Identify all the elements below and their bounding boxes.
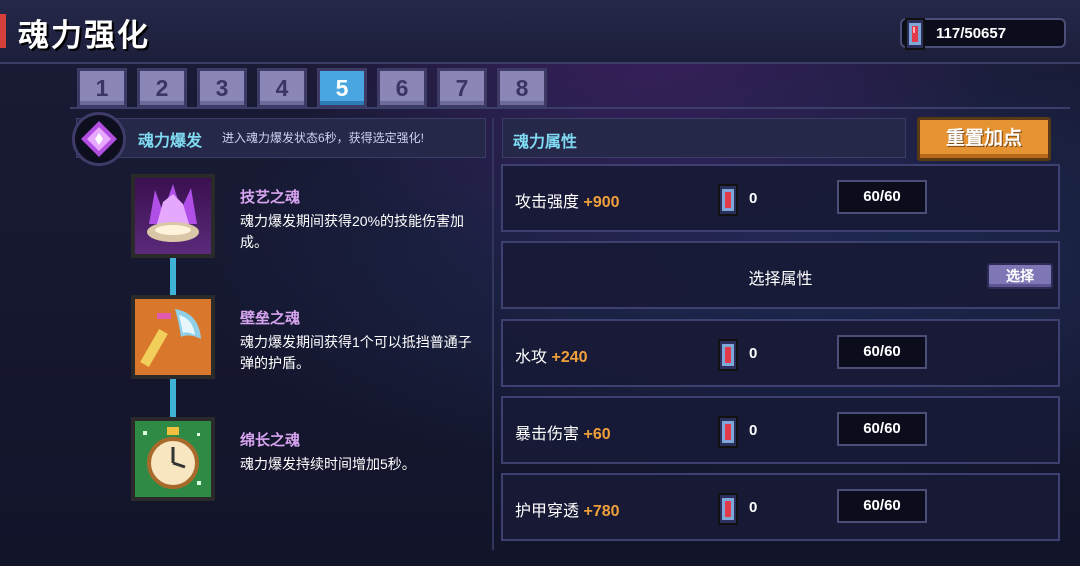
top-bar: 魂力强化 117/50657 bbox=[0, 0, 1080, 64]
soul-burst-icon bbox=[72, 112, 126, 166]
attribute-count: 0 bbox=[749, 422, 758, 439]
soul-connector bbox=[170, 378, 176, 418]
currency-display: 117/50657 bbox=[900, 18, 1066, 50]
soul-description: 魂力爆发持续时间增加5秒。 bbox=[240, 456, 416, 472]
burst-name: 魂力爆发 bbox=[138, 133, 203, 150]
soul-connector bbox=[170, 256, 176, 296]
tab-underline bbox=[70, 107, 1070, 109]
attribute-count: 0 bbox=[749, 190, 758, 207]
soul-name: 壁垒之魂 bbox=[240, 310, 301, 327]
page-title: 魂力强化 bbox=[18, 18, 150, 53]
title-accent bbox=[0, 14, 6, 48]
attribute-count: 0 bbox=[749, 345, 758, 362]
soul-description: 魂力爆发期间获得20%的技能伤害加成。 bbox=[240, 213, 465, 250]
tab-6[interactable]: 6 bbox=[377, 68, 427, 108]
tab-7[interactable]: 7 bbox=[437, 68, 487, 108]
burst-description: 进入魂力爆发状态6秒，获得选定强化! bbox=[222, 131, 425, 145]
attribute-label: 护甲穿透 +780 bbox=[515, 503, 620, 520]
duration-soul-icon[interactable] bbox=[131, 417, 215, 501]
soul-name: 技艺之魂 bbox=[240, 189, 301, 206]
tab-8[interactable]: 8 bbox=[497, 68, 547, 108]
attribute-row: 暴击伤害 +60 0 60/60 bbox=[501, 396, 1060, 464]
attributes-header: 魂力属性 bbox=[502, 118, 906, 158]
attributes-title: 魂力属性 bbox=[513, 134, 578, 151]
tab-2[interactable]: 2 bbox=[137, 68, 187, 108]
barrier-soul-icon[interactable] bbox=[131, 295, 215, 379]
soul-gem-icon bbox=[718, 184, 738, 216]
attribute-label: 水攻 +240 bbox=[515, 349, 588, 366]
attribute-cap: 60/60 bbox=[837, 335, 927, 369]
tab-4[interactable]: 4 bbox=[257, 68, 307, 108]
soul-gem-icon bbox=[718, 493, 738, 525]
reset-points-button[interactable]: 重置加点 bbox=[917, 117, 1051, 161]
currency-value: 117/50657 bbox=[936, 25, 1007, 42]
tab-5[interactable]: 5 bbox=[317, 68, 367, 108]
select-attribute-label: 选择属性 bbox=[748, 271, 813, 288]
select-attribute-row: 选择属性 选择 bbox=[501, 241, 1060, 309]
attribute-cap: 60/60 bbox=[837, 489, 927, 523]
skill-soul-icon[interactable] bbox=[131, 174, 215, 258]
panel-divider bbox=[492, 118, 494, 550]
soul-gem-icon bbox=[718, 339, 738, 371]
attribute-label: 攻击强度 +900 bbox=[515, 194, 620, 211]
attribute-row: 护甲穿透 +780 0 60/60 bbox=[501, 473, 1060, 541]
select-button[interactable]: 选择 bbox=[987, 263, 1053, 289]
soul-description: 魂力爆发期间获得1个可以抵挡普通子弹的护盾。 bbox=[240, 334, 472, 371]
soul-gem-icon bbox=[718, 416, 738, 448]
soul-gem-icon bbox=[905, 18, 925, 50]
attribute-cap: 60/60 bbox=[837, 180, 927, 214]
attribute-row: 水攻 +240 0 60/60 bbox=[501, 319, 1060, 387]
attribute-cap: 60/60 bbox=[837, 412, 927, 446]
attribute-row: 攻击强度 +900 0 60/60 bbox=[501, 164, 1060, 232]
attribute-label: 暴击伤害 +60 bbox=[515, 426, 611, 443]
tab-1[interactable]: 1 bbox=[77, 68, 127, 108]
soul-name: 绵长之魂 bbox=[240, 432, 301, 449]
tab-3[interactable]: 3 bbox=[197, 68, 247, 108]
attribute-count: 0 bbox=[749, 499, 758, 516]
